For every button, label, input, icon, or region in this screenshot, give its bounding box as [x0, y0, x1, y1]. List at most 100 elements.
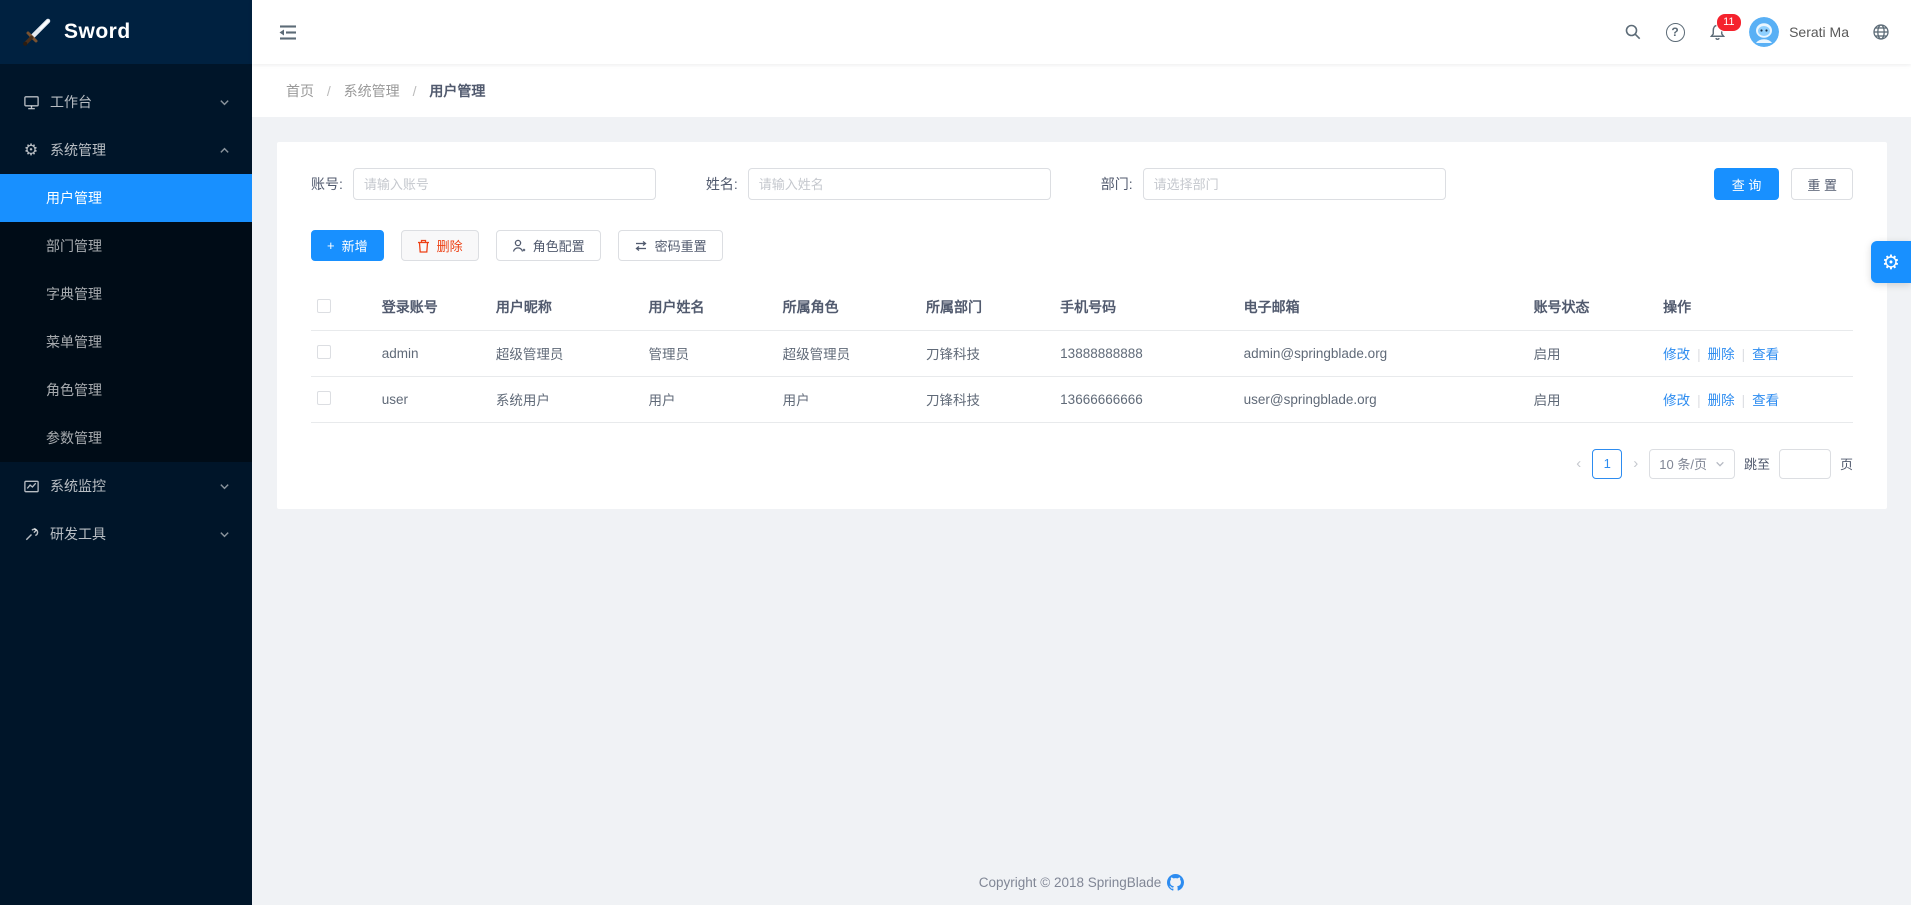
dept-select[interactable]: [1143, 168, 1446, 200]
chevron-down-icon: [219, 97, 230, 108]
page-suffix: 页: [1840, 454, 1853, 473]
user-management-card: 账号: 姓名: 部门: 查 询 重 置: [277, 142, 1887, 509]
wrench-icon: [22, 525, 40, 543]
chevron-up-icon: [219, 145, 230, 156]
view-link[interactable]: 查看: [1752, 347, 1779, 362]
chevron-down-icon: [219, 529, 230, 540]
sidebar-item-user-management[interactable]: 用户管理: [0, 174, 252, 222]
logo[interactable]: Sword: [0, 0, 252, 64]
sidebar-item-workbench[interactable]: 工作台: [0, 78, 252, 126]
breadcrumb-home[interactable]: 首页: [286, 83, 314, 99]
password-reset-label: 密码重置: [655, 236, 707, 255]
language-globe-icon[interactable]: [1871, 22, 1891, 42]
breadcrumb-current: 用户管理: [429, 83, 485, 99]
topbar-right: ? 11: [1623, 17, 1891, 47]
cell-name: 用户: [643, 376, 777, 422]
content: 账号: 姓名: 部门: 查 询 重 置: [252, 117, 1911, 905]
search-button[interactable]: 查 询: [1714, 168, 1780, 200]
cell-nickname: 超级管理员: [490, 330, 643, 376]
gear-icon: ⚙: [22, 141, 40, 159]
submenu-item-label: 参数管理: [46, 428, 102, 448]
page-size-select[interactable]: 10 条/页: [1649, 449, 1735, 479]
col-status: 账号状态: [1528, 285, 1658, 330]
edit-link[interactable]: 修改: [1663, 347, 1690, 362]
cell-login: user: [376, 376, 490, 422]
copyright-text: Copyright © 2018 SpringBlade: [979, 875, 1162, 890]
col-name: 用户姓名: [643, 285, 777, 330]
sidebar-item-label: 系统管理: [50, 140, 106, 160]
sidebar-item-dev-tools[interactable]: 研发工具: [0, 510, 252, 558]
menu-fold-icon[interactable]: [278, 22, 298, 42]
app-root: Sword 工作台 ⚙ 系统管理: [0, 0, 1911, 905]
next-page-icon[interactable]: ›: [1631, 455, 1640, 472]
breadcrumb-separator: /: [413, 83, 417, 99]
cell-dept: 刀锋科技: [920, 330, 1054, 376]
submenu-item-label: 用户管理: [46, 188, 102, 208]
cell-login: admin: [376, 330, 490, 376]
sidebar-item-menu-management[interactable]: 菜单管理: [0, 318, 252, 366]
cell-role: 超级管理员: [777, 330, 920, 376]
delete-button-label: 删除: [437, 236, 463, 255]
app-title: Sword: [64, 20, 131, 44]
sidebar-item-label: 研发工具: [50, 524, 106, 544]
col-actions: 操作: [1657, 285, 1853, 330]
notification-badge: 11: [1716, 13, 1741, 32]
toolbar: + 新增 删除: [311, 230, 1853, 261]
name-label: 姓名:: [706, 174, 738, 194]
gear-icon: ⚙: [1882, 250, 1900, 275]
name-input[interactable]: [748, 168, 1051, 200]
notification-bell-icon[interactable]: 11: [1707, 22, 1727, 42]
sidebar-item-dict-management[interactable]: 字典管理: [0, 270, 252, 318]
submenu-item-label: 字典管理: [46, 284, 102, 304]
col-nickname: 用户昵称: [490, 285, 643, 330]
role-config-button[interactable]: 角色配置: [496, 230, 601, 261]
row-checkbox[interactable]: [317, 345, 331, 359]
page-number[interactable]: 1: [1592, 449, 1622, 479]
sidebar-item-system-management[interactable]: ⚙ 系统管理: [0, 126, 252, 174]
password-reset-button[interactable]: 密码重置: [618, 230, 723, 261]
filter-dept: 部门:: [1101, 168, 1446, 200]
sidebar-menu: 工作台 ⚙ 系统管理 用户管理 部门管理: [0, 64, 252, 558]
trash-icon: [417, 239, 430, 253]
swap-icon: [634, 240, 648, 252]
breadcrumb-system[interactable]: 系统管理: [344, 83, 400, 99]
cell-role: 用户: [777, 376, 920, 422]
sidebar-item-dept-management[interactable]: 部门管理: [0, 222, 252, 270]
cell-dept: 刀锋科技: [920, 376, 1054, 422]
dept-label: 部门:: [1101, 174, 1133, 194]
cell-phone: 13888888888: [1054, 330, 1237, 376]
delete-button[interactable]: 删除: [401, 230, 479, 261]
pagination: ‹ 1 › 10 条/页 跳至 页: [311, 449, 1853, 479]
action-separator: |: [1697, 347, 1701, 362]
theme-settings-button[interactable]: ⚙: [1871, 241, 1911, 283]
col-phone: 手机号码: [1054, 285, 1237, 330]
row-checkbox[interactable]: [317, 391, 331, 405]
user-name[interactable]: Serati Ma: [1789, 24, 1849, 40]
chevron-down-icon: [219, 481, 230, 492]
help-icon[interactable]: ?: [1665, 22, 1685, 42]
action-separator: |: [1742, 347, 1746, 362]
delete-link[interactable]: 删除: [1708, 347, 1735, 362]
search-icon[interactable]: [1623, 22, 1643, 42]
github-icon[interactable]: [1167, 874, 1184, 891]
cell-status: 启用: [1528, 330, 1658, 376]
add-button[interactable]: + 新增: [311, 230, 384, 261]
sidebar-item-system-monitor[interactable]: 系统监控: [0, 462, 252, 510]
prev-page-icon[interactable]: ‹: [1574, 455, 1583, 472]
account-input[interactable]: [353, 168, 656, 200]
reset-button[interactable]: 重 置: [1791, 168, 1853, 200]
select-all-checkbox[interactable]: [317, 299, 331, 313]
cell-phone: 13666666666: [1054, 376, 1237, 422]
view-link[interactable]: 查看: [1752, 393, 1779, 408]
avatar[interactable]: [1749, 17, 1779, 47]
edit-link[interactable]: 修改: [1663, 393, 1690, 408]
sidebar-item-role-management[interactable]: 角色管理: [0, 366, 252, 414]
filter-account: 账号:: [311, 168, 656, 200]
chevron-down-icon: [1715, 459, 1725, 469]
delete-link[interactable]: 删除: [1708, 393, 1735, 408]
jump-page-input[interactable]: [1779, 449, 1831, 479]
submenu-item-label: 角色管理: [46, 380, 102, 400]
cell-nickname: 系统用户: [490, 376, 643, 422]
sidebar-item-param-management[interactable]: 参数管理: [0, 414, 252, 462]
page-size-value: 10 条/页: [1659, 454, 1707, 473]
